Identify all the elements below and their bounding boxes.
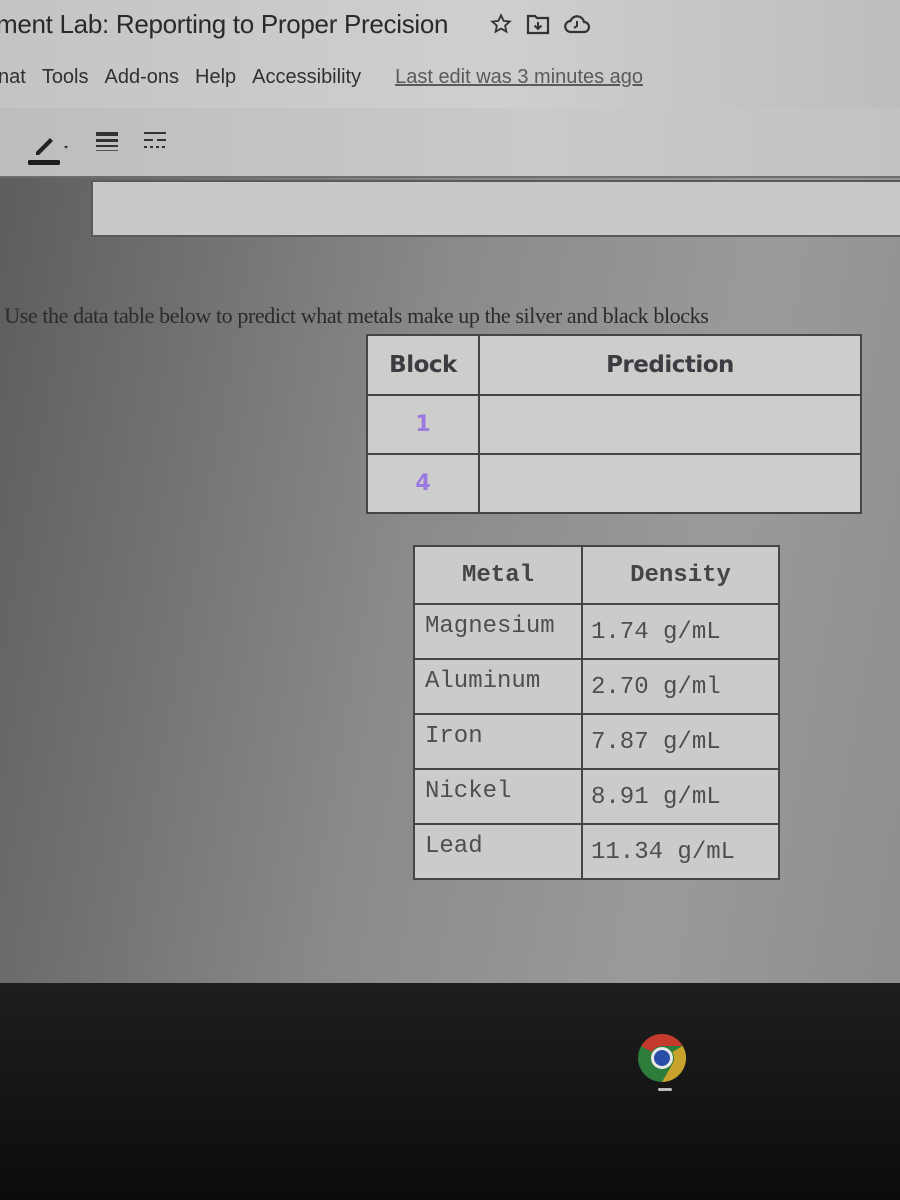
running-indicator [658,1088,672,1091]
menu-format[interactable]: nat [0,66,26,89]
instruction-text: . Use the data table below to predict wh… [0,303,709,328]
table-row: Magnesium 1.74 g/mL [413,603,780,660]
chrome-icon [638,1034,687,1082]
header-text-box[interactable] [91,180,900,237]
move-to-folder-icon[interactable] [526,13,550,35]
cloud-saved-icon[interactable] [564,13,591,35]
table-row: Iron 7.87 g/mL [413,713,780,770]
toolbar [0,108,900,178]
density-cell[interactable]: 7.87 g/mL [581,713,780,770]
metal-cell[interactable]: Iron [413,713,583,770]
menu-help[interactable]: Help [195,66,236,89]
table-row: 4 [366,453,862,514]
table-row: 1 [366,394,862,455]
metal-cell[interactable]: Aluminum [413,658,583,715]
table-header-row: Block Prediction [366,334,862,396]
block-cell[interactable]: 1 [366,394,480,455]
shelf-app-chrome[interactable] [636,1032,688,1089]
prediction-table: Block Prediction 1 4 [366,334,862,514]
header-block: Block [366,334,480,396]
last-edit-link[interactable]: Last edit was 3 minutes ago [395,66,643,89]
density-cell[interactable]: 2.70 g/ml [581,658,780,715]
menu-add-ons[interactable]: Add-ons [105,66,180,89]
prediction-cell[interactable] [478,394,862,455]
os-shelf [0,983,900,1200]
star-icon[interactable] [490,13,513,35]
table-row: Aluminum 2.70 g/ml [413,658,780,715]
header-prediction: Prediction [478,334,862,396]
header-metal: Metal [413,545,583,605]
menu-tools[interactable]: Tools [42,66,89,89]
border-style-icon [96,132,118,151]
border-dash-button[interactable] [142,130,168,161]
density-cell[interactable]: 11.34 g/mL [581,823,780,880]
border-dash-icon [144,132,166,148]
table-row: Nickel 8.91 g/mL [413,768,780,825]
docs-header: ment Lab: Reporting to Proper Precision … [0,0,900,108]
block-cell[interactable]: 4 [366,453,480,514]
table-row: Lead 11.34 g/mL [413,823,780,880]
pen-color-icon [28,138,68,165]
prediction-cell[interactable] [478,453,862,514]
table-header-row: Metal Density [413,545,780,605]
block-number: 1 [415,412,431,437]
title-actions [490,13,591,35]
title-row: ment Lab: Reporting to Proper Precision [0,4,591,44]
metal-cell[interactable]: Magnesium [413,603,583,660]
density-cell[interactable]: 8.91 g/mL [581,768,780,825]
menu-accessibility[interactable]: Accessibility [252,66,361,89]
density-table: Metal Density Magnesium 1.74 g/mL Alumin… [413,545,780,880]
menu-bar: nat Tools Add-ons Help Accessibility Las… [0,60,643,94]
header-density: Density [581,545,780,605]
metal-cell[interactable]: Lead [413,823,583,880]
block-number: 4 [415,471,431,496]
border-width-button[interactable] [94,130,120,161]
density-cell[interactable]: 1.74 g/mL [581,603,780,660]
metal-cell[interactable]: Nickel [413,768,583,825]
document-title[interactable]: ment Lab: Reporting to Proper Precision [0,9,449,40]
pen-color-button[interactable] [26,130,76,171]
